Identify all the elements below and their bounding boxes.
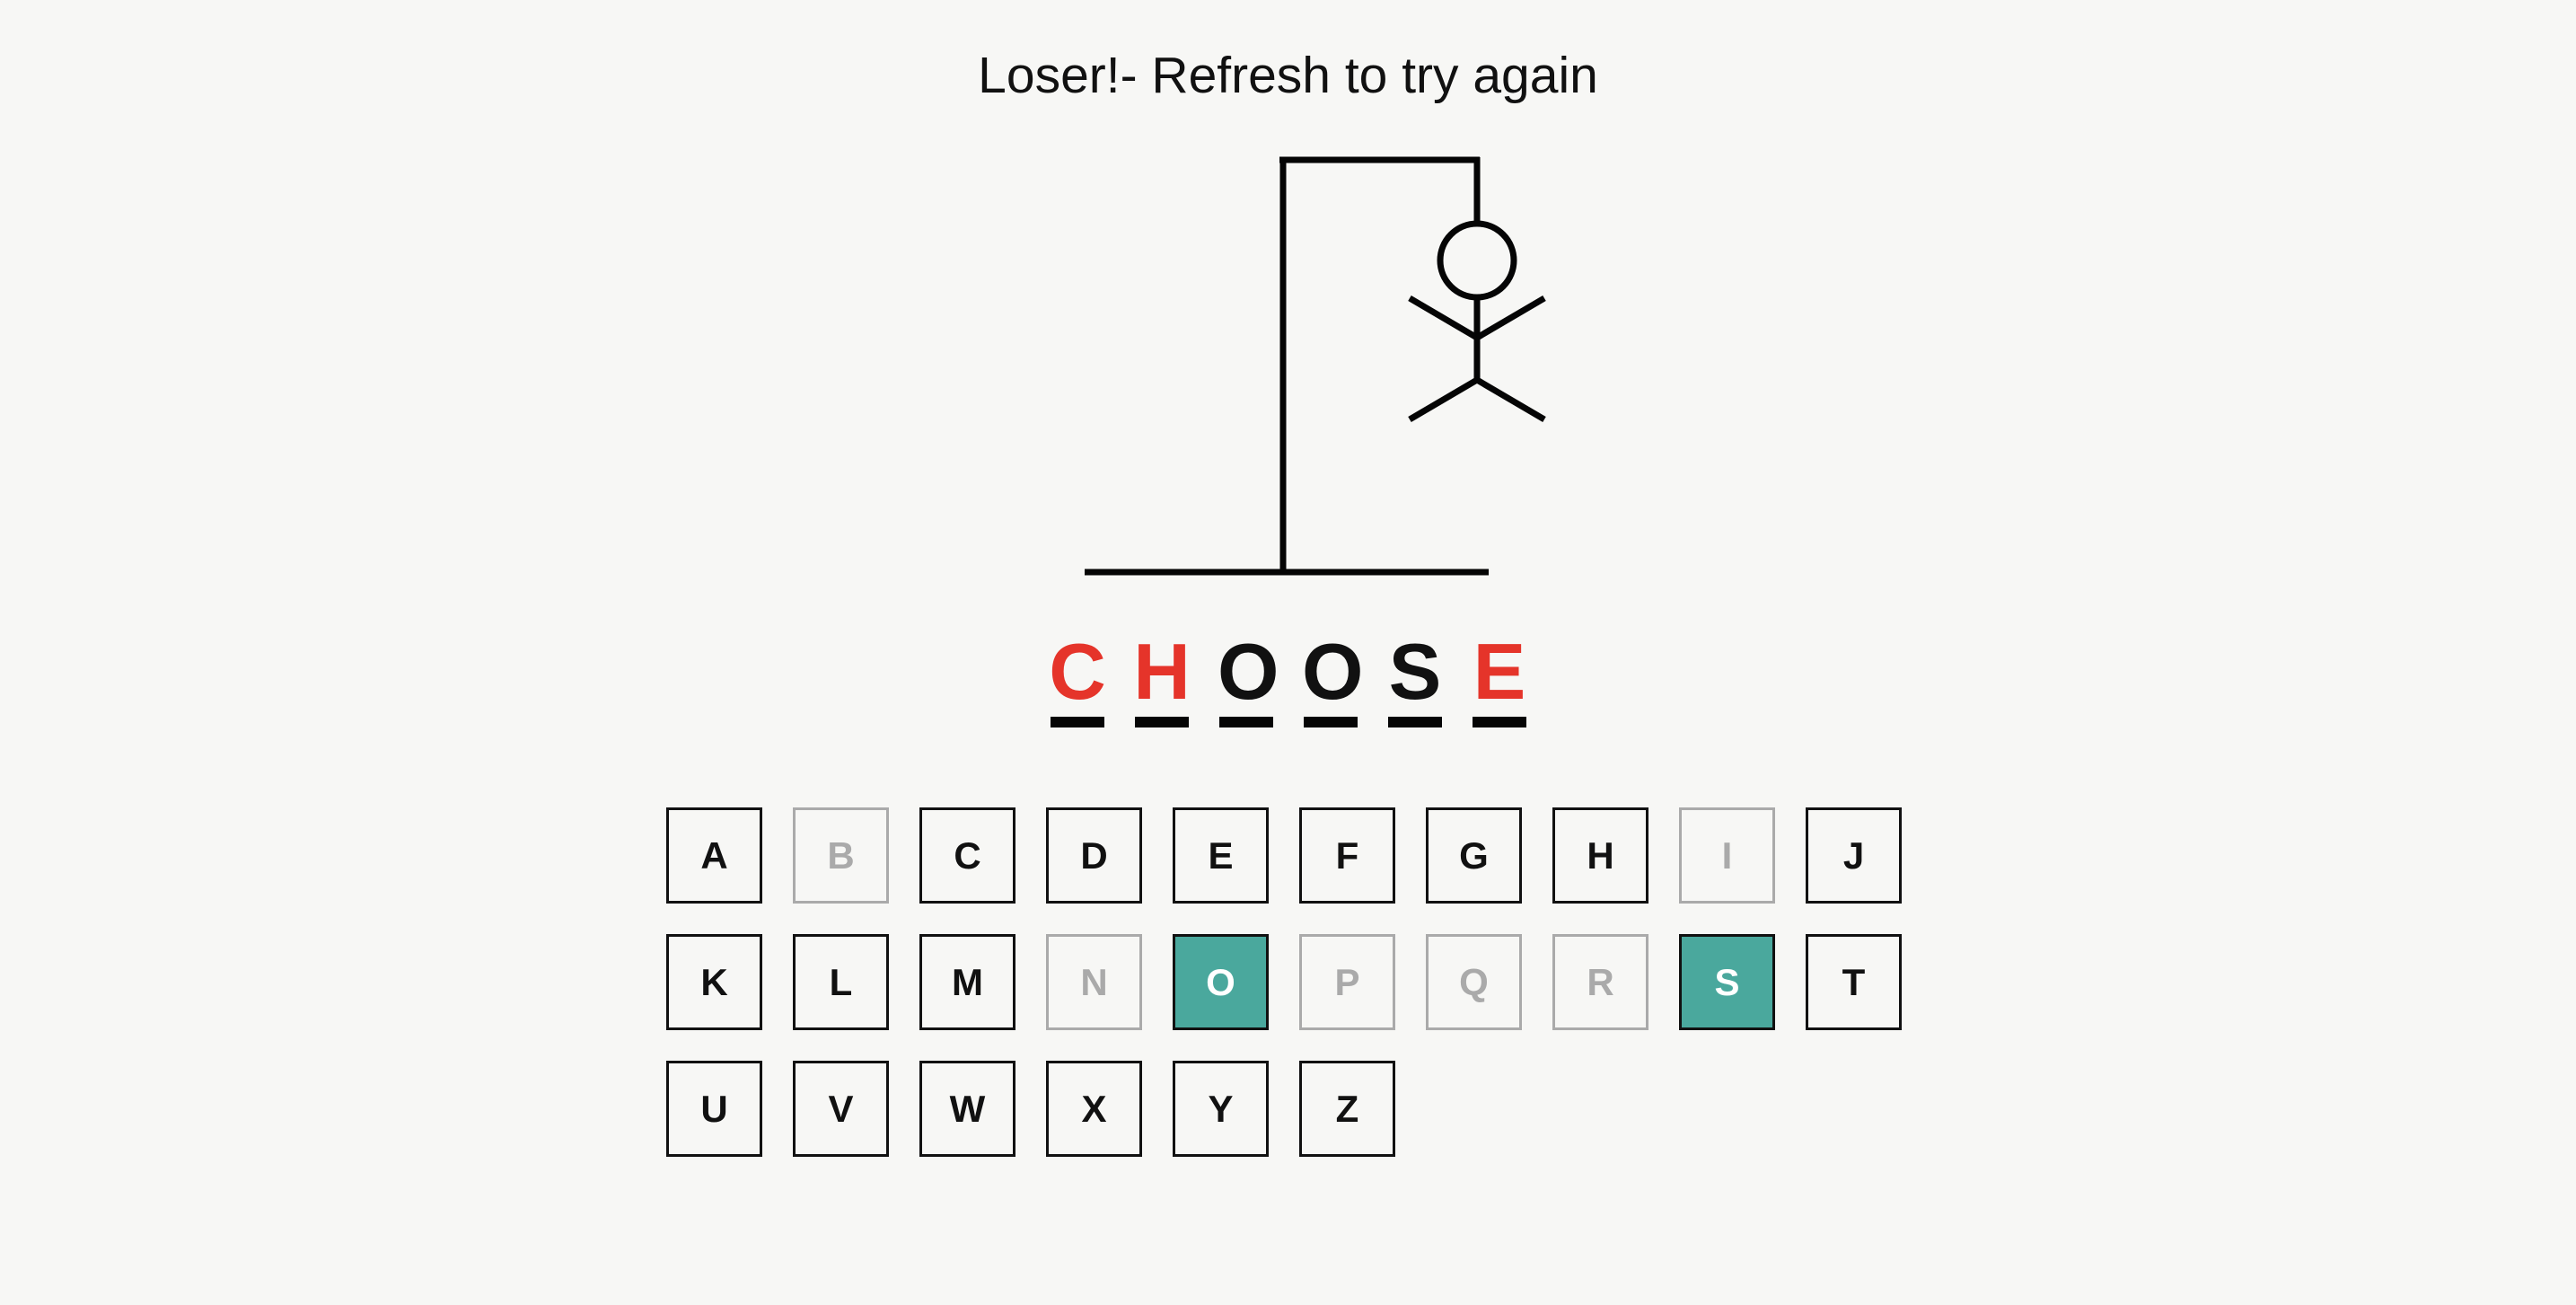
letter-key-p: P bbox=[1299, 934, 1395, 1030]
letter-key-m[interactable]: M bbox=[919, 934, 1015, 1030]
letter-key-b: B bbox=[793, 807, 889, 904]
letter-underline bbox=[1051, 717, 1104, 727]
letter-key-h[interactable]: H bbox=[1552, 807, 1648, 904]
letter-key-x[interactable]: X bbox=[1046, 1061, 1142, 1157]
stickman-right-leg bbox=[1475, 376, 1546, 423]
letter-key-u[interactable]: U bbox=[666, 1061, 762, 1157]
word-letter: H bbox=[1133, 627, 1191, 716]
letter-underline bbox=[1304, 717, 1358, 727]
stickman-right-arm bbox=[1475, 295, 1546, 341]
letter-underline bbox=[1219, 717, 1273, 727]
letter-key-d[interactable]: D bbox=[1046, 807, 1142, 904]
letter-key-s: S bbox=[1679, 934, 1775, 1030]
word-letter-slot: E bbox=[1471, 627, 1528, 735]
letter-underline bbox=[1135, 717, 1189, 727]
word-letter-slot: O bbox=[1302, 627, 1364, 735]
word-letter-slot: H bbox=[1133, 627, 1191, 735]
word-letter-slot: S bbox=[1386, 627, 1444, 735]
letter-key-j[interactable]: J bbox=[1806, 807, 1902, 904]
letter-key-r: R bbox=[1552, 934, 1648, 1030]
letter-key-f[interactable]: F bbox=[1299, 807, 1395, 904]
letter-key-i: I bbox=[1679, 807, 1775, 904]
letter-key-k[interactable]: K bbox=[666, 934, 762, 1030]
word-letter-slot: O bbox=[1218, 627, 1279, 735]
word-letter: E bbox=[1473, 627, 1526, 716]
letter-key-e[interactable]: E bbox=[1173, 807, 1269, 904]
game-status-message: Loser!- Refresh to try again bbox=[978, 47, 1598, 104]
word-letter: C bbox=[1049, 627, 1106, 716]
letter-key-y[interactable]: Y bbox=[1173, 1061, 1269, 1157]
stickman-left-leg bbox=[1408, 376, 1479, 423]
letter-key-l[interactable]: L bbox=[793, 934, 889, 1030]
letter-underline bbox=[1473, 717, 1526, 727]
letter-key-q: Q bbox=[1426, 934, 1522, 1030]
letter-key-t[interactable]: T bbox=[1806, 934, 1902, 1030]
stickman-head bbox=[1437, 220, 1517, 301]
letter-key-w[interactable]: W bbox=[919, 1061, 1015, 1157]
hangman-drawing bbox=[1085, 156, 1546, 576]
letter-key-g[interactable]: G bbox=[1426, 807, 1522, 904]
letter-key-a[interactable]: A bbox=[666, 807, 762, 904]
word-letter: O bbox=[1302, 627, 1364, 716]
word-letter: S bbox=[1388, 627, 1442, 716]
letter-key-v[interactable]: V bbox=[793, 1061, 889, 1157]
letter-key-z[interactable]: Z bbox=[1299, 1061, 1395, 1157]
word-letter: O bbox=[1218, 627, 1279, 716]
word-letter-slot: C bbox=[1049, 627, 1106, 735]
letter-underline bbox=[1388, 717, 1442, 727]
letter-key-c[interactable]: C bbox=[919, 807, 1015, 904]
letter-key-o: O bbox=[1173, 934, 1269, 1030]
letter-key-n: N bbox=[1046, 934, 1142, 1030]
stickman-left-arm bbox=[1408, 295, 1479, 341]
